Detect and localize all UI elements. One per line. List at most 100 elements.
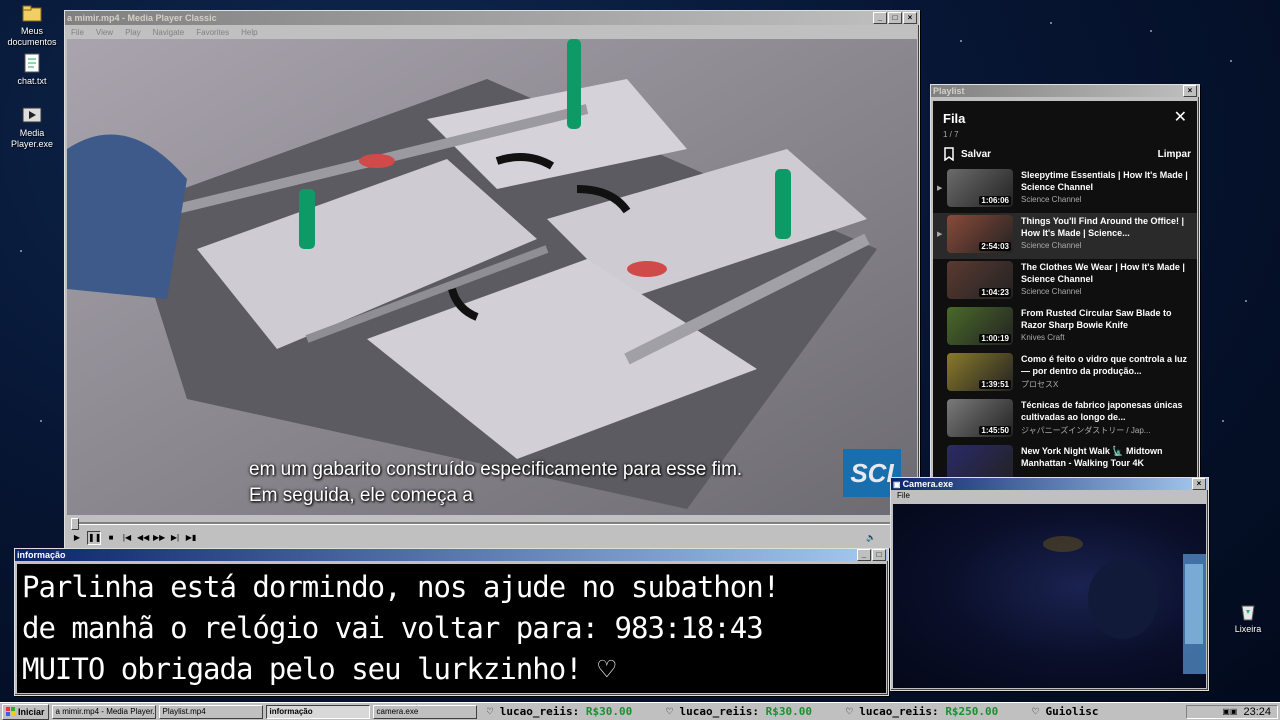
ticker-item: ♡ Guiolisc	[1032, 705, 1098, 718]
ticker-item: ♡ lucao_reiis: R$30.00	[666, 705, 812, 718]
clear-button[interactable]: Limpar	[1158, 149, 1191, 160]
close-button[interactable]: ×	[1192, 478, 1206, 490]
video-title: New York Night Walk 🗽 Midtown Manhattan …	[1021, 446, 1163, 468]
video-frame[interactable]: em um gabarito construído especificament…	[67, 39, 917, 515]
tray-icon[interactable]: ▣▣	[1222, 707, 1237, 716]
list-item[interactable]: New York Night Walk 🗽 Midtown Manhattan …	[933, 443, 1197, 477]
video-thumbnail: 1:06:06	[947, 169, 1013, 207]
menu-favorites[interactable]: Favorites	[196, 28, 229, 37]
task-playlist[interactable]: Playlist.mp4	[158, 704, 263, 719]
list-item-current[interactable]: ▶ 2:54:03 Things You'll Find Around the …	[933, 213, 1197, 259]
heart-icon: ♡	[1032, 705, 1046, 718]
menu-play[interactable]: Play	[125, 28, 141, 37]
duration-badge: 1:00:19	[979, 334, 1011, 343]
video-thumbnail: 1:45:50	[947, 399, 1013, 437]
forward-icon[interactable]: ▶▶	[153, 532, 165, 544]
video-thumbnail	[947, 445, 1013, 477]
list-item[interactable]: 1:04:23 The Clothes We Wear | How It's M…	[933, 259, 1197, 305]
video-scene	[67, 39, 917, 515]
play-icon[interactable]: ▶	[71, 532, 83, 544]
video-title: Things You'll Find Around the Office! | …	[1021, 216, 1184, 238]
menu-file[interactable]: File	[71, 28, 84, 37]
ticker-amount: R$30.00	[765, 705, 812, 718]
camera-feed	[893, 504, 1206, 688]
text-file-icon	[21, 52, 43, 74]
stop-icon[interactable]: ■	[105, 532, 117, 544]
info-titlebar[interactable]: informação _ □	[15, 549, 888, 561]
task-media-player[interactable]: a mimir.mp4 - Media Player...	[51, 704, 156, 719]
playlist-count: 1 / 7	[943, 130, 959, 139]
maximize-button[interactable]: □	[888, 12, 902, 24]
camera-titlebar[interactable]: ▣ Camera.exe ×	[891, 478, 1208, 490]
ticker-item: ♡ lucao_reiis: R$250.00	[846, 705, 998, 718]
channel-name: Science Channel	[1021, 241, 1082, 250]
desktop-icon-documents[interactable]: Meus documentos	[0, 2, 64, 48]
star	[1150, 30, 1152, 32]
playlist-window: Playlist × Fila ✕ 1 / 7 Salvar Limpar ▶ …	[930, 84, 1200, 480]
clock[interactable]: 23:24	[1243, 706, 1271, 718]
window-title: informação	[17, 550, 66, 560]
playlist-actions: Salvar Limpar	[933, 139, 1197, 167]
info-message: Parlinha está dormindo, nos ajude no sub…	[17, 564, 886, 693]
recycle-bin-icon	[1237, 600, 1259, 622]
subtitle-line-1: em um gabarito construído especificament…	[249, 459, 743, 480]
video-thumbnail: 1:39:51	[947, 353, 1013, 391]
close-icon[interactable]: ✕	[1174, 110, 1187, 126]
duration-badge: 1:06:06	[979, 196, 1011, 205]
volume-icon[interactable]: 🔈	[865, 532, 877, 544]
channel-name: ジャパニーズインダストリー / Jap...	[1021, 426, 1151, 435]
channel-name: Knives Craft	[1021, 333, 1065, 342]
playlist-titlebar[interactable]: Playlist ×	[931, 85, 1199, 97]
rewind-icon[interactable]: ◀◀	[137, 532, 149, 544]
start-label: Iniciar	[18, 706, 45, 717]
video-title: The Clothes We Wear | How It's Made | Sc…	[1021, 262, 1185, 284]
playlist-panel: Fila ✕ 1 / 7 Salvar Limpar ▶ 1:06:06 Sle…	[933, 101, 1197, 477]
media-player-titlebar[interactable]: a mimir.mp4 - Media Player Classic _ □ ×	[65, 11, 919, 25]
camera-window: ▣ Camera.exe × File	[890, 477, 1209, 691]
start-button[interactable]: Iniciar	[2, 703, 49, 720]
list-item[interactable]: 1:39:51 Como é feito o vidro que control…	[933, 351, 1197, 397]
minimize-button[interactable]: _	[857, 549, 871, 561]
star	[960, 40, 962, 42]
next-icon[interactable]: ▶|	[169, 532, 181, 544]
subtitle-line-2: Em seguida, ele começa a	[249, 485, 473, 506]
seek-thumb[interactable]	[71, 518, 79, 530]
menu-view[interactable]: View	[96, 28, 113, 37]
star	[1230, 60, 1232, 62]
star	[40, 420, 42, 422]
window-title: Camera.exe	[902, 479, 954, 489]
donation-ticker: ♡ lucao_reiis: R$30.00 ♡ lucao_reiis: R$…	[487, 705, 1186, 718]
duration-badge: 1:39:51	[979, 380, 1011, 389]
frame-step-icon[interactable]: ▶▮	[185, 532, 197, 544]
minimize-button[interactable]: _	[873, 12, 887, 24]
desktop-icon-media-player[interactable]: Media Player.exe	[0, 104, 64, 150]
system-tray: ▣▣ 23:24	[1186, 704, 1278, 719]
task-informacao[interactable]: informação	[265, 704, 370, 719]
playlist-header: Fila ✕ 1 / 7	[933, 101, 1197, 140]
pause-icon[interactable]: ❚❚	[87, 531, 101, 545]
close-button[interactable]: ×	[903, 12, 917, 24]
menu-file[interactable]: File	[897, 491, 910, 500]
video-thumbnail: 1:00:19	[947, 307, 1013, 345]
heart-icon: ♡	[486, 705, 500, 718]
save-button[interactable]: Salvar	[943, 147, 991, 161]
seek-bar[interactable]	[67, 516, 917, 530]
menu-help[interactable]: Help	[241, 28, 257, 37]
list-item[interactable]: ▶ 1:06:06 Sleepytime Essentials | How It…	[933, 167, 1197, 213]
desktop-icon-chat-txt[interactable]: chat.txt	[0, 52, 64, 87]
heart-icon: ♡	[666, 705, 680, 718]
star	[20, 250, 22, 252]
video-title: Sleepytime Essentials | How It's Made | …	[1021, 170, 1188, 192]
ticker-amount: R$250.00	[945, 705, 999, 718]
close-button[interactable]: ×	[1183, 85, 1197, 97]
menu-navigate[interactable]: Navigate	[153, 28, 185, 37]
desktop-icon-recycle-bin[interactable]: Lixeira	[1216, 600, 1280, 635]
ticker-amount: R$30.00	[585, 705, 633, 718]
playlist-title: Fila	[943, 111, 966, 126]
drag-handle-icon[interactable]: ▶	[937, 169, 947, 213]
list-item[interactable]: 1:00:19 From Rusted Circular Saw Blade t…	[933, 305, 1197, 351]
prev-icon[interactable]: |◀	[121, 532, 133, 544]
task-camera[interactable]: camera.exe	[372, 704, 477, 719]
list-item[interactable]: 1:45:50 Técnicas de fabrico japonesas ún…	[933, 397, 1197, 443]
maximize-button[interactable]: □	[872, 549, 886, 561]
